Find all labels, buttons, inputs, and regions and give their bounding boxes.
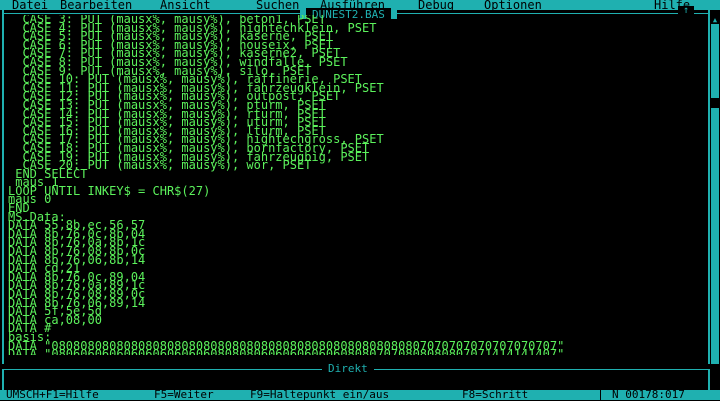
editor-frame-left <box>2 10 4 368</box>
code-line[interactable]: DATA "0806060606060606060606080808060606… <box>8 348 698 355</box>
scroll-thumb[interactable] <box>711 98 719 108</box>
menu-debug[interactable]: Debug <box>418 0 454 11</box>
code-line[interactable]: END <box>8 202 698 213</box>
status-breakpoint[interactable]: F9=Haltepunkt ein/aus <box>250 389 389 400</box>
menu-suchen[interactable]: Suchen <box>256 0 299 11</box>
status-continue[interactable]: F5=Weiter <box>154 389 214 400</box>
menu-datei[interactable]: Datei <box>12 0 48 11</box>
status-position: N 00178:017 <box>612 388 685 401</box>
code-line[interactable]: DATA # <box>8 323 698 334</box>
immediate-frame-left <box>2 369 4 390</box>
immediate-frame-right <box>708 369 710 390</box>
status-help[interactable]: UMSCH+F1=Hilfe <box>6 389 99 400</box>
code-line[interactable]: DATA ca,08,00 <box>8 314 698 325</box>
status-bar: UMSCH+F1=Hilfe F5=Weiter F9=Haltepunkt e… <box>0 388 720 401</box>
editor-frame-right <box>708 10 710 368</box>
scroll-up-icon[interactable]: ▲ <box>711 16 719 24</box>
immediate-title: Direkt <box>322 363 374 374</box>
code-area[interactable]: CASE 3: PUT (mausx%, mausy%), beton1, PS… <box>8 15 698 355</box>
menu-optionen[interactable]: Optionen <box>484 0 542 11</box>
code-line[interactable]: DATA 8b,76,06,8b,14 <box>8 254 698 265</box>
menu-ansicht[interactable]: Ansicht <box>160 0 211 11</box>
menu-bearbeiten[interactable]: Bearbeiten <box>60 0 132 11</box>
code-line[interactable]: DATA 8b,76,06,89,14 <box>8 297 698 308</box>
status-step[interactable]: F8=Schritt <box>462 389 528 400</box>
status-separator <box>600 390 601 400</box>
editor-window: DUNEST2.BAS ↑ CASE 3: PUT (mausx%, mausy… <box>0 6 720 376</box>
immediate-window[interactable]: Direkt <box>0 363 720 390</box>
vertical-scrollbar[interactable]: ▲ ▼ <box>711 16 719 376</box>
code-line[interactable]: LOOP UNTIL INKEY$ = CHR$(27) <box>8 185 698 196</box>
